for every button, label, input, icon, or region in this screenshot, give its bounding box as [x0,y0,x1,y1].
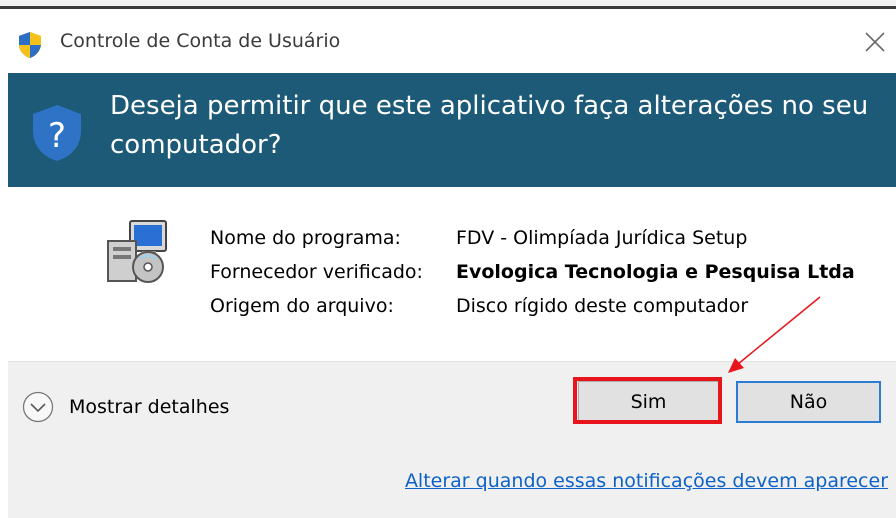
publisher-row: Fornecedor verificado: Evologica Tecnolo… [210,255,855,289]
no-button[interactable]: Não [736,381,881,423]
program-name-row: Nome do programa: FDV - Olimpíada Jurídi… [210,221,855,255]
uac-dialog: Controle de Conta de Usuário ? Deseja pe… [8,9,896,518]
file-origin-row: Origem do arquivo: Disco rígido deste co… [210,289,855,323]
close-button[interactable] [856,25,896,61]
svg-text:?: ? [48,116,66,156]
prompt-question: Deseja permitir que este aplicativo faça… [110,91,869,160]
file-origin-value: Disco rígido deste computador [456,295,749,317]
program-name-label: Nome do programa: [210,227,401,249]
installer-package-icon [107,220,167,283]
program-info-table: Nome do programa: FDV - Olimpíada Jurídi… [210,221,855,323]
chevron-down-icon [22,391,54,423]
show-details-label: Mostrar detalhes [69,396,230,418]
yes-button[interactable]: Sim [578,381,719,423]
program-name-value: FDV - Olimpíada Jurídica Setup [456,227,748,249]
title-bar: Controle de Conta de Usuário [8,9,896,73]
show-details-toggle[interactable]: Mostrar detalhes [22,388,282,428]
uac-shield-icon [19,32,41,58]
publisher-label: Fornecedor verificado: [210,261,423,283]
question-shield-icon: ? [33,105,81,161]
background-edge [0,0,896,9]
file-origin-label: Origem do arquivo: [210,295,394,317]
screenshot: Controle de Conta de Usuário ? Deseja pe… [0,0,896,518]
window-title: Controle de Conta de Usuário [60,30,341,52]
change-notification-settings-link[interactable]: Alterar quando essas notificações devem … [405,470,888,492]
close-icon [865,32,885,52]
prompt-header: ? Deseja permitir que este aplicativo fa… [8,73,896,187]
dialog-footer: Mostrar detalhes Sim Não Alterar quando … [8,361,896,518]
publisher-value: Evologica Tecnologia e Pesquisa Ltda [456,261,855,283]
